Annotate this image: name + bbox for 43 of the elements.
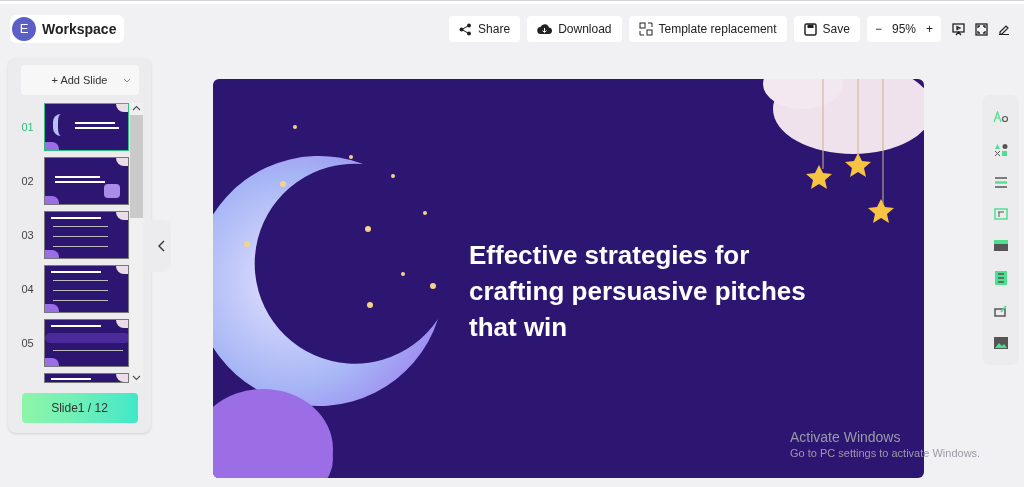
scroll-down-icon[interactable]	[131, 375, 141, 381]
slide-title: Effective strategies for crafting persuasive pitches that win	[469, 239, 807, 344]
template-button[interactable]: Template replacement	[628, 16, 787, 42]
slide-number: 01	[20, 119, 35, 135]
zoom-level: 95%	[891, 21, 916, 38]
scrollbar[interactable]	[129, 103, 143, 383]
cloud-download-icon	[537, 23, 553, 35]
slide-number: 02	[20, 173, 35, 189]
slide-number: 05	[20, 335, 35, 351]
fullscreen-icon[interactable]	[975, 22, 988, 36]
share-icon	[459, 22, 473, 36]
avatar[interactable]: E	[12, 17, 36, 41]
table-icon[interactable]	[994, 271, 1007, 285]
save-button[interactable]: Save	[793, 16, 860, 42]
slide-number: 03	[20, 227, 35, 243]
shapes-icon[interactable]	[993, 143, 1008, 157]
zoom-out-button[interactable]: −	[874, 20, 882, 38]
slide-number: 04	[20, 281, 35, 297]
slide-counter: Slide1 / 12	[21, 393, 138, 423]
text-style-icon[interactable]	[992, 111, 1009, 123]
workspace-title: Workspace	[42, 19, 117, 39]
banner-icon[interactable]	[993, 240, 1008, 251]
pen-icon[interactable]	[998, 23, 1010, 35]
save-icon	[803, 22, 817, 36]
activation-notice-title: Activate Windows	[790, 428, 902, 446]
slide-thumbnail[interactable]	[43, 319, 129, 367]
slide-thumbnail[interactable]	[43, 157, 129, 205]
slide-thumbnail[interactable]	[43, 265, 129, 313]
download-button[interactable]: Download	[527, 16, 622, 42]
slide-thumbnail[interactable]	[43, 211, 129, 259]
add-slide-button[interactable]: + Add Slide	[20, 65, 139, 95]
image-icon[interactable]	[993, 337, 1008, 349]
lines-icon[interactable]	[993, 177, 1008, 188]
share-button[interactable]: Share	[449, 16, 521, 42]
zoom-in-button[interactable]: +	[926, 20, 933, 38]
presentation-icon[interactable]	[952, 22, 965, 36]
slide-thumbnail[interactable]	[43, 373, 129, 383]
scroll-up-icon[interactable]	[131, 105, 141, 111]
caret-down-icon	[122, 77, 131, 83]
chevron-left-icon	[157, 240, 165, 252]
slide-thumbnail[interactable]	[43, 103, 129, 151]
swap-frames-icon	[638, 22, 653, 36]
edit-box-icon[interactable]	[993, 305, 1008, 317]
